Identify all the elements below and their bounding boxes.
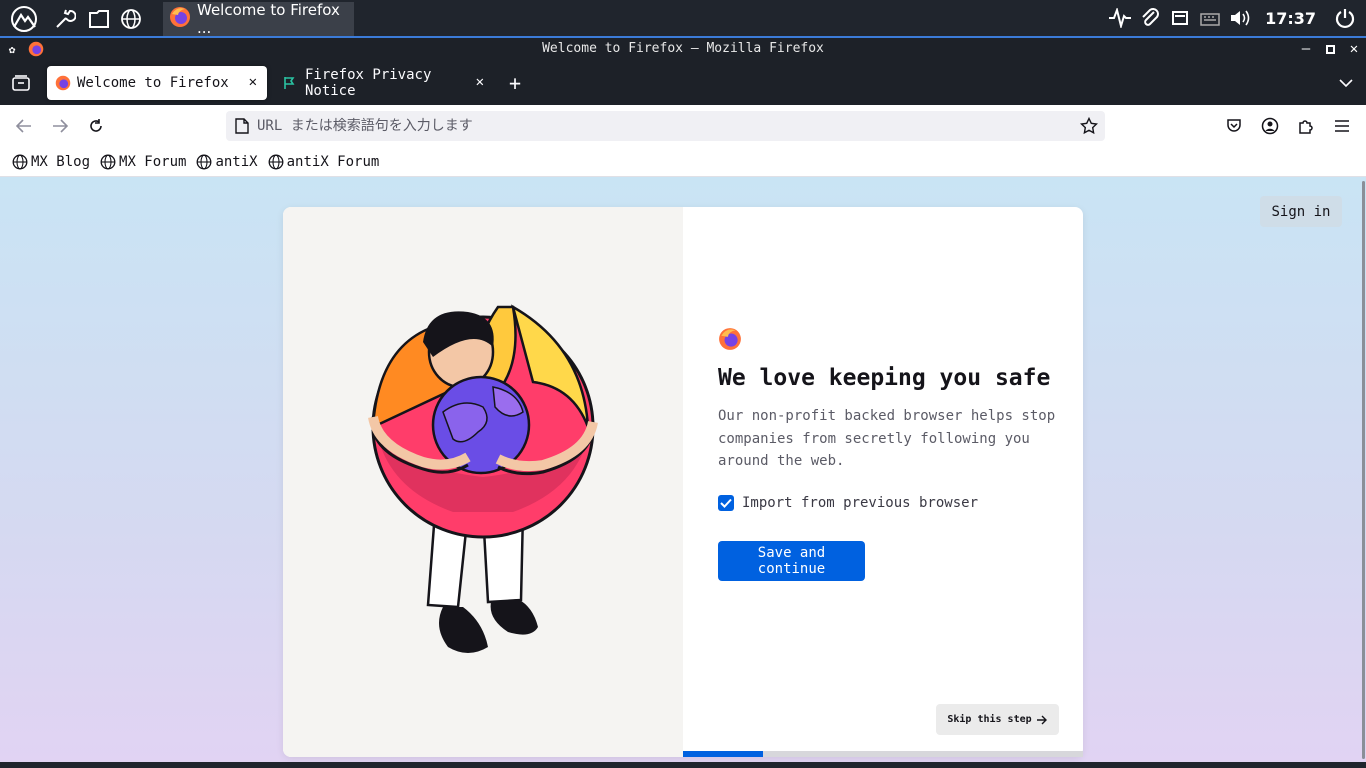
firefox-icon xyxy=(169,6,191,32)
illustration-panel xyxy=(283,207,683,757)
import-checkbox-row[interactable]: Import from previous browser xyxy=(718,495,978,511)
bookmark-mx-blog[interactable]: MX Blog xyxy=(12,154,90,170)
forward-arrow-icon[interactable] xyxy=(47,113,73,139)
globe-icon xyxy=(12,154,28,170)
page-content: Sign in We love keeping you safe Our non… xyxy=(0,177,1366,762)
activity-icon[interactable] xyxy=(1105,5,1135,31)
globe-icon xyxy=(268,154,284,170)
clock[interactable]: 17:37 xyxy=(1265,9,1316,28)
bottom-taskbar-edge xyxy=(0,762,1366,768)
page-subtitle: Our non-profit backed browser helps stop… xyxy=(718,408,1056,469)
tab-label: Firefox Privacy Notice xyxy=(304,67,432,99)
bookmark-antix-forum[interactable]: antiX Forum xyxy=(268,153,380,170)
firefox-logo-icon xyxy=(718,327,742,351)
folder-icon[interactable] xyxy=(86,6,112,32)
wrench-icon[interactable] xyxy=(52,6,78,32)
firefox-icon xyxy=(55,75,71,91)
account-icon[interactable] xyxy=(1257,113,1283,139)
import-checkbox-label: Import from previous browser xyxy=(742,495,979,511)
pocket-icon[interactable] xyxy=(1221,113,1247,139)
bookmark-antix[interactable]: antiX xyxy=(196,153,258,170)
reload-icon[interactable] xyxy=(83,113,109,139)
bookmark-mx-forum[interactable]: MX Forum xyxy=(100,154,186,170)
globe-icon xyxy=(100,154,116,170)
extensions-puzzle-icon[interactable] xyxy=(1293,113,1319,139)
firefox-hug-illustration xyxy=(368,304,598,653)
url-bar[interactable] xyxy=(226,111,1105,141)
system-taskbar: Welcome to Firefox ... 17:37 xyxy=(0,0,1366,38)
content-panel: We love keeping you safe Our non-profit … xyxy=(683,207,1083,757)
minimize-icon[interactable]: – xyxy=(1298,41,1314,57)
taskbar-window-title: Welcome to Firefox ... xyxy=(197,1,340,37)
onboarding-card: We love keeping you safe Our non-profit … xyxy=(283,207,1083,757)
bookmarks-toolbar: MX Blog MX Forum antiX antiX Forum xyxy=(0,147,1366,177)
skip-label: Skip this step xyxy=(947,714,1032,725)
close-window-icon[interactable]: ✕ xyxy=(1346,41,1362,57)
volume-icon[interactable] xyxy=(1225,5,1255,31)
firefox-view-icon[interactable] xyxy=(8,70,34,96)
navigation-toolbar xyxy=(0,105,1366,147)
sign-in-button[interactable]: Sign in xyxy=(1260,196,1342,227)
scrollbar-thumb[interactable] xyxy=(1362,181,1365,759)
page-title: We love keeping you safe xyxy=(718,365,1051,391)
power-icon[interactable] xyxy=(1330,5,1360,31)
taskbar-window-button[interactable]: Welcome to Firefox ... xyxy=(163,1,354,37)
new-tab-plus-icon[interactable]: + xyxy=(502,70,528,96)
mx-logo-icon[interactable] xyxy=(9,5,39,33)
hamburger-menu-icon[interactable] xyxy=(1329,113,1355,139)
arrow-right-icon xyxy=(1036,715,1048,725)
skip-step-button[interactable]: Skip this step xyxy=(936,704,1059,735)
bookmark-label: antiX Forum xyxy=(286,153,380,170)
globe-icon[interactable] xyxy=(118,6,144,32)
tab-welcome[interactable]: Welcome to Firefox ✕ xyxy=(47,66,267,100)
window-titlebar[interactable]: ✿ Welcome to Firefox — Mozilla Firefox –… xyxy=(0,38,1366,60)
page-icon xyxy=(235,118,249,134)
globe-icon xyxy=(196,154,212,170)
tab-label: Welcome to Firefox xyxy=(77,75,229,91)
bookmark-star-icon[interactable] xyxy=(1080,117,1098,135)
progress-fill xyxy=(683,751,763,757)
page-scrollbar[interactable] xyxy=(1360,177,1366,762)
url-input[interactable] xyxy=(255,117,1059,135)
maximize-icon[interactable] xyxy=(1322,41,1338,57)
tab-privacy-notice[interactable]: Firefox Privacy Notice ✕ xyxy=(275,66,490,100)
drive-icon[interactable] xyxy=(1165,5,1195,31)
paperclip-icon[interactable] xyxy=(1135,5,1165,31)
flag-icon xyxy=(283,76,299,90)
bookmark-label: antiX xyxy=(215,153,258,170)
tab-strip: Welcome to Firefox ✕ Firefox Privacy Not… xyxy=(0,60,1366,105)
keyboard-icon[interactable] xyxy=(1195,5,1225,31)
bookmark-label: MX Blog xyxy=(31,153,91,170)
save-and-continue-button[interactable]: Save and continue xyxy=(718,541,865,581)
back-arrow-icon[interactable] xyxy=(11,113,37,139)
window-title: Welcome to Firefox — Mozilla Firefox xyxy=(542,41,824,56)
list-all-tabs-chevron-down-icon[interactable] xyxy=(1333,70,1359,96)
close-tab-icon[interactable]: ✕ xyxy=(249,74,257,90)
bookmark-label: MX Forum xyxy=(119,153,187,170)
onboarding-progress-bar xyxy=(683,751,1083,757)
import-checkbox[interactable] xyxy=(718,495,734,511)
close-tab-icon[interactable]: ✕ xyxy=(476,74,484,90)
